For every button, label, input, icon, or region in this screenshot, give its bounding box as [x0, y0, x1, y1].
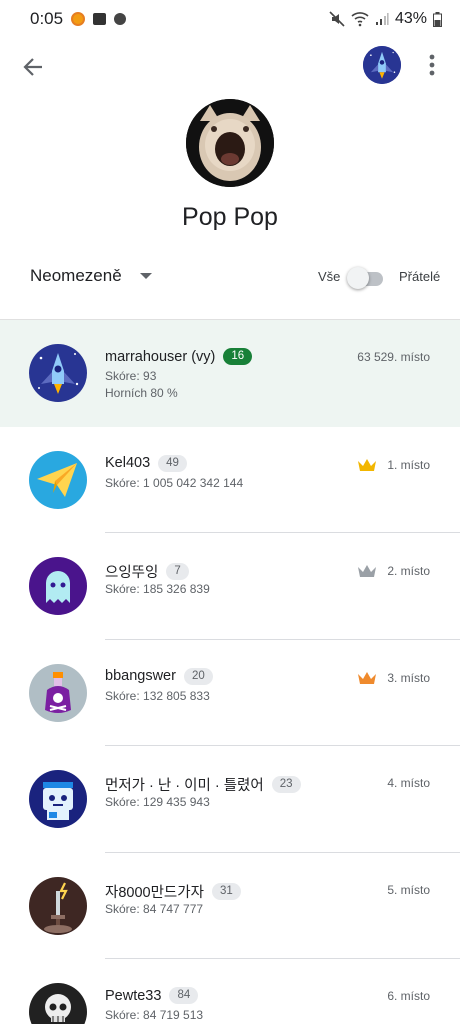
- silver-crown-icon: [358, 565, 377, 577]
- player-rank: 63 529. místo: [357, 350, 430, 364]
- mute-icon: [329, 11, 345, 27]
- robot-avatar-icon: [29, 770, 87, 828]
- player-rank: 2. místo: [357, 563, 430, 579]
- player-name: Pewte33: [105, 987, 162, 1004]
- top-app-bar: [0, 38, 460, 94]
- sword-avatar-icon: [29, 876, 87, 935]
- rank-label: 4. místo: [387, 776, 430, 790]
- leaderboard-filter-row: Neomezeně Vše Přátelé: [0, 258, 460, 298]
- poison-bottle-avatar-icon: [29, 663, 87, 722]
- player-name-line: marrahouser (vy) 16: [105, 348, 253, 365]
- back-button[interactable]: [18, 52, 48, 82]
- leaderboard-row[interactable]: 자8000만드가자 31 Skóre: 84 747 777 5. místo: [0, 853, 460, 959]
- player-score: Skóre: 185 326 839: [105, 582, 210, 596]
- player-name-line: 자8000만드가자 31: [105, 881, 241, 902]
- paper-plane-avatar-icon: [29, 450, 87, 509]
- time-range-dropdown[interactable]: Neomezeně: [30, 266, 152, 286]
- player-rank: 3. místo: [357, 670, 430, 686]
- level-badge: 23: [271, 776, 301, 793]
- leaderboard-row[interactable]: 으잉뚜잉 7 Skóre: 185 326 839 2. místo: [0, 533, 460, 640]
- arrow-back-icon: [23, 58, 42, 76]
- toggle-thumb: [347, 267, 369, 289]
- player-name-line: bbangswer 20: [105, 667, 213, 685]
- signal-icon: [375, 13, 389, 25]
- level-badge: 7: [166, 563, 189, 580]
- gold-crown-icon: [358, 458, 377, 471]
- leaderboard-row-self[interactable]: marrahouser (vy) 16 Skóre: 93 Horních 80…: [0, 320, 460, 427]
- skeleton-avatar-icon: [29, 983, 87, 1024]
- player-score: Skóre: 132 805 833: [105, 688, 210, 703]
- player-rank: 4. místo: [387, 776, 430, 790]
- leaderboard-row[interactable]: Pewte33 84 Skóre: 84 719 513 6. místo: [0, 959, 460, 1024]
- level-badge: 20: [183, 667, 213, 685]
- game-icon: [186, 99, 274, 187]
- player-rank: 6. místo: [387, 989, 430, 1003]
- dropdown-arrow-icon: [139, 273, 152, 279]
- player-avatar-button[interactable]: [363, 46, 401, 84]
- time-range-label: Neomezeně: [30, 266, 122, 285]
- rank-label: 2. místo: [387, 564, 430, 578]
- notification-dot-icon: [114, 13, 127, 25]
- level-badge: 49: [158, 454, 187, 472]
- leaderboard-row[interactable]: bbangswer 20 Skóre: 132 805 833 3. místo: [0, 640, 460, 746]
- player-name: 으잉뚜잉: [105, 565, 159, 581]
- overflow-menu-button[interactable]: [420, 50, 444, 80]
- battery-icon: [433, 11, 442, 27]
- player-score: Skóre: 1 005 042 342 144: [105, 475, 244, 490]
- player-rank: 1. místo: [357, 457, 430, 473]
- rank-label: 63 529. místo: [357, 350, 430, 364]
- player-rank: 5. místo: [387, 883, 430, 897]
- scope-all-label: Vše: [318, 269, 341, 284]
- player-score: Skóre: 93: [105, 369, 157, 383]
- rocket-avatar-icon: [363, 46, 401, 84]
- more-vert-icon: [429, 54, 435, 76]
- player-score: Skóre: 129 435 943: [105, 795, 210, 809]
- player-score: Skóre: 84 719 513: [105, 1008, 204, 1022]
- friends-toggle[interactable]: [347, 267, 385, 289]
- level-badge: 31: [211, 882, 241, 900]
- notification-app-icon: [71, 12, 86, 26]
- player-avatar: [29, 770, 87, 828]
- player-name: Kel403: [105, 455, 151, 471]
- player-avatar: [29, 557, 87, 615]
- player-name-line: 먼저가 · 난 · 이미 · 틀렸어 23: [105, 774, 301, 795]
- player-avatar: [29, 450, 87, 509]
- ghost-avatar-icon: [29, 557, 87, 615]
- rank-label: 1. místo: [387, 457, 430, 472]
- level-badge: 84: [169, 987, 199, 1004]
- pop-cat-image: [186, 99, 274, 187]
- level-badge: 16: [223, 348, 253, 365]
- player-name: 먼저가 · 난 · 이미 · 틀렸어: [105, 778, 264, 794]
- rank-label: 5. místo: [387, 882, 430, 897]
- player-avatar: [29, 876, 87, 935]
- player-name: marrahouser (vy): [105, 348, 216, 365]
- player-name-line: 으잉뚜잉 7: [105, 561, 189, 582]
- leaderboard-row[interactable]: Kel403 49 Skóre: 1 005 042 342 144 1. mí…: [0, 427, 460, 533]
- player-score: Skóre: 84 747 777: [105, 901, 204, 916]
- player-avatar: [29, 983, 87, 1024]
- leaderboard-list: marrahouser (vy) 16 Skóre: 93 Horních 80…: [0, 319, 460, 1024]
- player-name-line: Kel403 49: [105, 454, 187, 472]
- game-title: Pop Pop: [182, 203, 278, 231]
- player-percentile: Horních 80 %: [105, 386, 178, 400]
- rank-label: 3. místo: [387, 670, 430, 685]
- status-bar: 0:05 43%: [0, 0, 460, 38]
- player-avatar: [29, 344, 87, 402]
- wifi-icon: [351, 12, 369, 27]
- battery-percent: 43%: [394, 10, 427, 27]
- rank-label: 6. místo: [387, 989, 430, 1003]
- player-name-line: Pewte33 84: [105, 987, 199, 1004]
- image-notification-icon: [93, 13, 107, 25]
- scope-friends-label: Přátelé: [399, 269, 441, 284]
- player-name: bbangswer: [105, 668, 176, 684]
- leaderboard-row[interactable]: 먼저가 · 난 · 이미 · 틀렸어 23 Skóre: 129 435 943…: [0, 746, 460, 853]
- status-time: 0:05: [30, 9, 64, 28]
- bronze-crown-icon: [358, 671, 377, 684]
- player-name: 자8000만드가자: [105, 884, 204, 901]
- player-avatar: [29, 663, 87, 722]
- rocket-avatar-icon: [29, 344, 87, 402]
